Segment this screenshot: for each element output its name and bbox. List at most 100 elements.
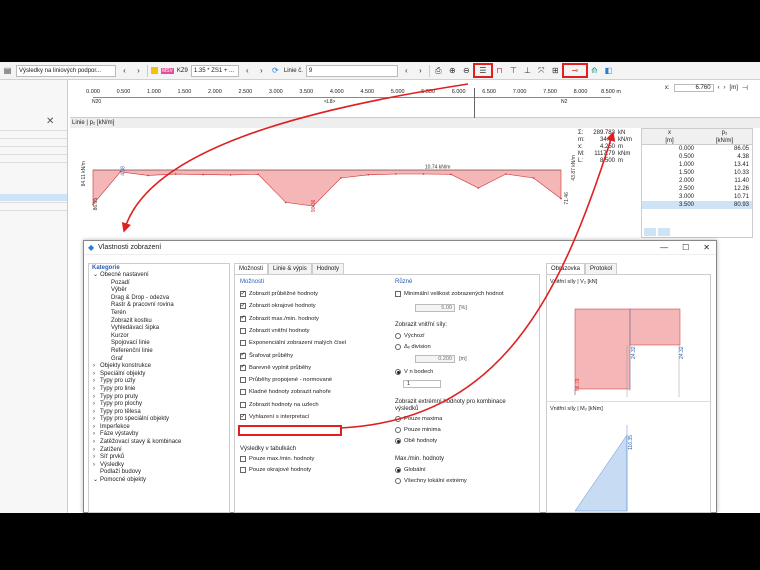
expand-icon[interactable]: › bbox=[93, 401, 100, 409]
table-filter-icon[interactable] bbox=[658, 228, 670, 236]
both-values-radio[interactable]: Obě hodnoty bbox=[395, 438, 437, 444]
zoom-in-icon[interactable]: ⊕ bbox=[447, 65, 458, 76]
line-prev-icon[interactable]: ‹ bbox=[401, 65, 412, 76]
expand-icon[interactable]: › bbox=[93, 454, 100, 462]
table-row[interactable]: 2.500 12.26 bbox=[642, 185, 752, 193]
line-next-icon[interactable]: › bbox=[415, 65, 426, 76]
checkbox-box[interactable]: ✓ bbox=[240, 352, 246, 359]
co-prev-icon[interactable]: ‹ bbox=[242, 65, 253, 76]
table-row[interactable]: 2.000 11.40 bbox=[642, 177, 752, 185]
category-item[interactable]: Terén bbox=[89, 310, 229, 318]
table-row[interactable]: 3.500 80.93 bbox=[642, 201, 752, 209]
navigator-row[interactable] bbox=[0, 162, 67, 169]
refresh-icon[interactable]: ⟳ bbox=[270, 65, 281, 76]
option-checkbox[interactable]: ✓ Šrafovat průběhy bbox=[240, 352, 293, 359]
option-checkbox[interactable]: ✓ Zobrazit okrajové hodnoty bbox=[240, 303, 316, 310]
x-position-input[interactable]: 6.760 bbox=[673, 84, 714, 92]
expand-icon[interactable]: › bbox=[93, 462, 100, 470]
fit-icon[interactable]: ⤧ bbox=[536, 65, 547, 76]
option-checkbox[interactable]: Průběhy propojené - normované bbox=[240, 377, 332, 384]
table-row[interactable]: 1.500 10.33 bbox=[642, 169, 752, 177]
x-prev-icon[interactable]: ‹ bbox=[718, 85, 720, 91]
view-icon[interactable]: ⟰ bbox=[589, 65, 600, 76]
navigator-row[interactable] bbox=[0, 154, 67, 161]
max-only-radio[interactable]: Pouze maxima bbox=[395, 416, 442, 422]
option-checkbox[interactable]: Kladné hodnoty zobrazit nahoře bbox=[240, 389, 331, 396]
category-item[interactable]: › Objekty konstrukce bbox=[89, 363, 229, 371]
category-item[interactable]: ⌄ Pomocné objekty bbox=[89, 477, 229, 485]
navigator-row[interactable] bbox=[0, 210, 67, 217]
display-properties-icon[interactable]: ☰ bbox=[472, 63, 493, 78]
next-arrow-icon[interactable]: › bbox=[133, 65, 144, 76]
category-item[interactable]: › Síť prvků bbox=[89, 454, 229, 462]
table-row[interactable]: 3.000 10.71 bbox=[642, 193, 752, 201]
expand-icon[interactable]: › bbox=[93, 447, 100, 455]
internal-default-radio[interactable]: Výchozí bbox=[395, 333, 425, 339]
min-only-radio[interactable]: Pouze minima bbox=[395, 427, 441, 433]
tab-line-listing[interactable]: Linie & výpis bbox=[268, 263, 312, 274]
internal-division-radio[interactable]: Δₓ division bbox=[395, 344, 431, 350]
zoom-out-icon[interactable]: ⊖ bbox=[461, 65, 472, 76]
mesh-icon[interactable]: ⊞ bbox=[550, 65, 561, 76]
edge-only-checkbox[interactable]: Pouze okrajové hodnoty bbox=[240, 467, 311, 473]
line-number-combo[interactable]: 9 bbox=[305, 64, 398, 77]
category-item[interactable]: Drag & Drop - odezva bbox=[89, 295, 229, 303]
option-checkbox[interactable]: ✓ Barevně vyplnit průběhy bbox=[240, 364, 311, 371]
category-item[interactable]: › Typy pro speciální objekty bbox=[89, 416, 229, 424]
position-cursor[interactable] bbox=[474, 88, 475, 118]
category-item[interactable]: › Zatěžovací stavy & kombinace bbox=[89, 439, 229, 447]
results-icon[interactable]: ▤ bbox=[2, 65, 13, 76]
checkbox-box[interactable]: ✓ bbox=[240, 315, 246, 322]
tab-values[interactable]: Hodnoty bbox=[311, 263, 345, 274]
table-export-icon[interactable] bbox=[644, 228, 656, 236]
category-item[interactable]: Referenční linie bbox=[89, 348, 229, 356]
table-row[interactable]: 0.500 4.38 bbox=[642, 153, 752, 161]
min-size-input[interactable]: 5.00 bbox=[415, 304, 455, 312]
all-local-radio[interactable]: Všechny lokální extrémy bbox=[395, 478, 467, 484]
category-item[interactable]: Výběr bbox=[89, 287, 229, 295]
category-item[interactable]: › Typy pro pruty bbox=[89, 394, 229, 402]
category-item[interactable]: ⌄ Obecné nastavení bbox=[89, 272, 229, 280]
category-item[interactable]: Spojovací linie bbox=[89, 340, 229, 348]
checkbox-box[interactable] bbox=[240, 377, 246, 384]
table-row[interactable]: 1.000 13.41 bbox=[642, 161, 752, 169]
option-checkbox[interactable]: Zobrazit hodnoty na uzlech bbox=[240, 401, 319, 408]
table-row[interactable]: 0.000 86.05 bbox=[642, 145, 752, 153]
tab-screen[interactable]: Obrázovka bbox=[546, 263, 586, 274]
expand-icon[interactable]: › bbox=[93, 386, 100, 394]
expand-icon[interactable]: › bbox=[93, 409, 100, 417]
navigator-row[interactable] bbox=[0, 138, 67, 145]
expand-icon[interactable]: › bbox=[93, 431, 100, 439]
category-item[interactable]: › Typy pro plochy bbox=[89, 401, 229, 409]
checkbox-box[interactable]: ✓ bbox=[240, 364, 246, 371]
category-item[interactable]: Rastr & pracovní rovina bbox=[89, 302, 229, 310]
tab-options[interactable]: Možnosti bbox=[234, 263, 269, 274]
co-combo[interactable]: 1.35 * ZS1 + ... bbox=[190, 64, 239, 77]
category-item[interactable]: Vyhledávací šipka bbox=[89, 325, 229, 333]
navigator-row-selected[interactable] bbox=[0, 194, 67, 201]
navigator-row[interactable] bbox=[0, 146, 67, 153]
option-checkbox[interactable]: ✓ Vyhlazení s interpretací bbox=[240, 414, 309, 420]
option-checkbox[interactable]: ✓ Zobrazit průběžné hodnoty bbox=[240, 291, 318, 297]
navigator-row[interactable] bbox=[0, 202, 67, 209]
expand-icon[interactable]: › bbox=[93, 424, 100, 432]
diagram-icon[interactable]: ⊓ bbox=[494, 65, 505, 76]
x-next-icon[interactable]: › bbox=[724, 85, 726, 91]
print-icon[interactable]: ⎙ bbox=[433, 65, 444, 76]
maximize-icon[interactable]: ☐ bbox=[682, 243, 689, 252]
category-item[interactable]: › Typy pro linie bbox=[89, 386, 229, 394]
global-radio[interactable]: Globální bbox=[395, 467, 426, 473]
pin-icon[interactable]: ⊣ bbox=[742, 84, 748, 92]
close-dialog-icon[interactable]: ✕ bbox=[703, 243, 710, 252]
category-item[interactable]: › Speciální objekty bbox=[89, 371, 229, 379]
option-checkbox[interactable]: Zobrazit vnitřní hodnoty bbox=[240, 327, 310, 334]
expand-icon[interactable]: › bbox=[93, 378, 100, 386]
minimize-icon[interactable]: — bbox=[660, 243, 668, 252]
checkbox-box[interactable]: ✓ bbox=[240, 414, 246, 420]
checkbox-box[interactable]: ✓ bbox=[240, 291, 246, 297]
min-size-checkbox[interactable]: Minimální velikost zobrazených hodnot bbox=[395, 291, 504, 297]
category-item[interactable]: › Fáze výstavby bbox=[89, 431, 229, 439]
option-checkbox[interactable]: Exponenciální zobrazení malých čísel bbox=[240, 340, 346, 347]
results-type-combo[interactable]: Výsledky na liniových podpor... bbox=[16, 64, 116, 77]
prev-arrow-icon[interactable]: ‹ bbox=[119, 65, 130, 76]
